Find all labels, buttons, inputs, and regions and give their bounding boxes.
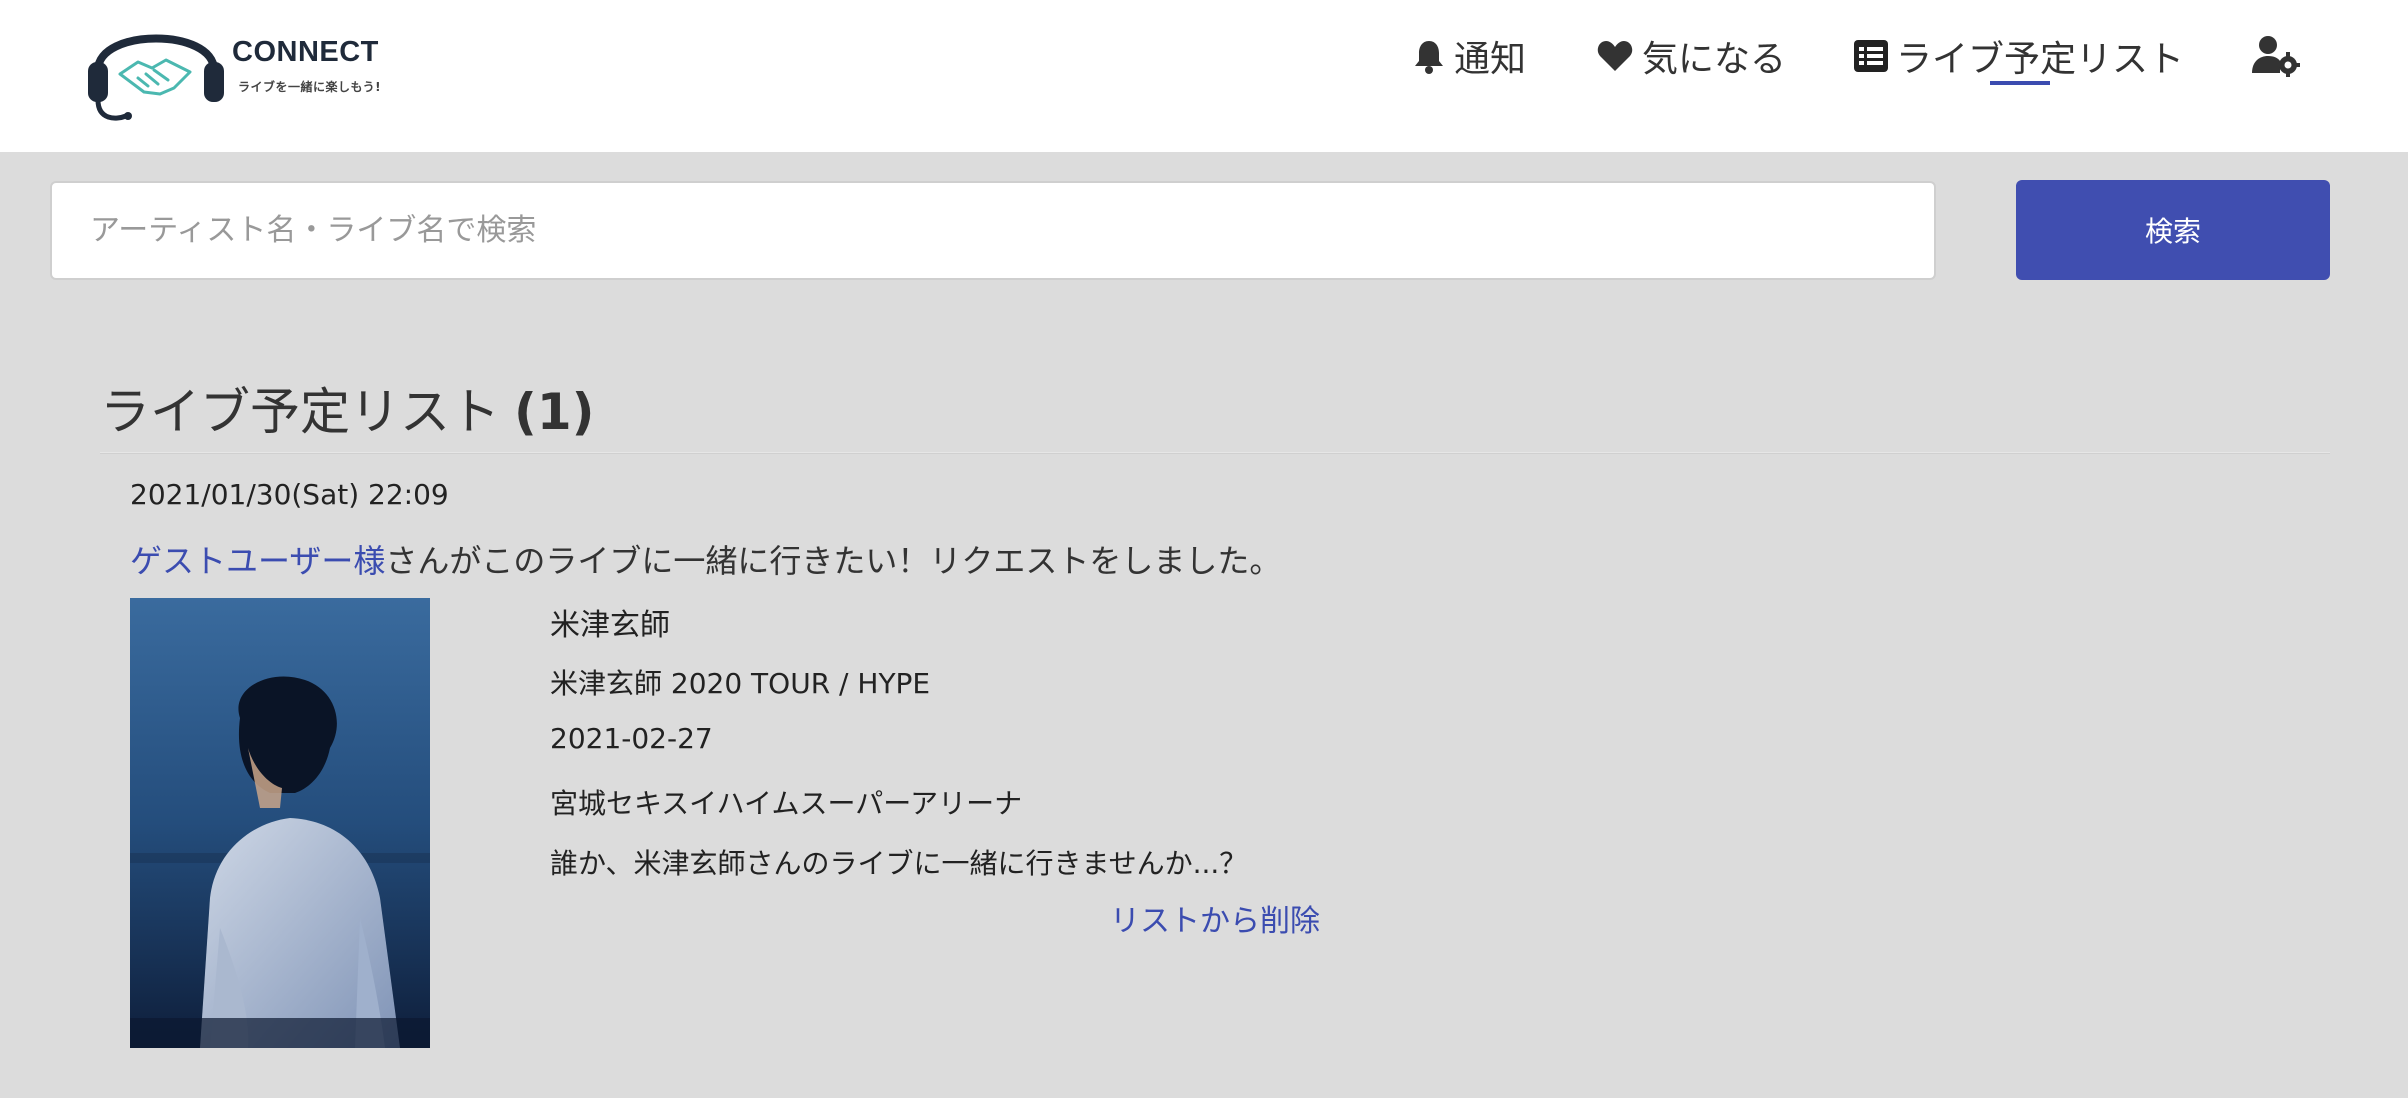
artist-name-link[interactable]: 米津玄師 bbox=[550, 600, 670, 644]
entry-message: 誰か、米津玄師さんのライブに一緒に行きませんか...？ bbox=[550, 847, 1248, 880]
request-message: ゲストユーザー様さんがこのライブに一緒に行きたい！リクエストをしました。 bbox=[130, 536, 1281, 582]
requester-link[interactable]: ゲストユーザー様 bbox=[130, 542, 385, 580]
request-text: さんがこのライブに一緒に行きたい！リクエストをしました。 bbox=[385, 542, 1282, 580]
live-title: 米津玄師 2020 TOUR / HYPE bbox=[550, 667, 931, 700]
page-title-count: (1) bbox=[514, 383, 595, 441]
active-tab-indicator bbox=[1990, 81, 2050, 85]
nav-favorites-label: 気になる bbox=[1642, 39, 1787, 80]
heart-icon bbox=[1597, 41, 1633, 71]
remove-from-list-link[interactable]: リストから削除 bbox=[1110, 896, 1320, 940]
nav-live-schedule-list-label: ライブ予定リスト bbox=[1896, 39, 2185, 80]
nav-live-schedule-list[interactable]: ライブ予定リスト bbox=[1854, 30, 2184, 82]
logo-tagline: ライブを一緒に楽しもう! bbox=[238, 80, 382, 94]
logo-title: CONNECT bbox=[232, 36, 379, 68]
artist-photo-image bbox=[130, 598, 430, 1048]
page-title: ライブ予定リスト (1) bbox=[100, 372, 595, 444]
search-button[interactable]: 検索 bbox=[2016, 180, 2330, 280]
connect-logo[interactable]: CONNECT ライブを一緒に楽しもう! bbox=[86, 8, 386, 123]
search-input[interactable] bbox=[50, 181, 1936, 280]
user-settings-icon bbox=[2252, 36, 2300, 77]
live-date: 2021-02-27 bbox=[550, 722, 713, 755]
nav-favorites[interactable]: 気になる bbox=[1596, 30, 1786, 82]
entry-timestamp: 2021/01/30(Sat) 22:09 bbox=[130, 478, 449, 511]
nav-user-settings[interactable] bbox=[2252, 30, 2308, 82]
headset-handshake-icon bbox=[88, 34, 224, 121]
divider bbox=[100, 452, 2330, 454]
artist-photo[interactable] bbox=[130, 598, 430, 1048]
list-icon bbox=[1854, 40, 1888, 72]
live-venue: 宮城セキスイハイムスーパーアリーナ bbox=[550, 787, 1023, 820]
nav-notifications-label: 通知 bbox=[1454, 39, 1527, 80]
nav-notifications[interactable]: 通知 bbox=[1412, 30, 1526, 82]
header: CONNECT ライブを一緒に楽しもう! 通知 気になる ライブ予定リスト bbox=[0, 0, 2408, 152]
bell-icon bbox=[1415, 41, 1443, 74]
page-title-text: ライブ予定リスト bbox=[100, 383, 500, 441]
